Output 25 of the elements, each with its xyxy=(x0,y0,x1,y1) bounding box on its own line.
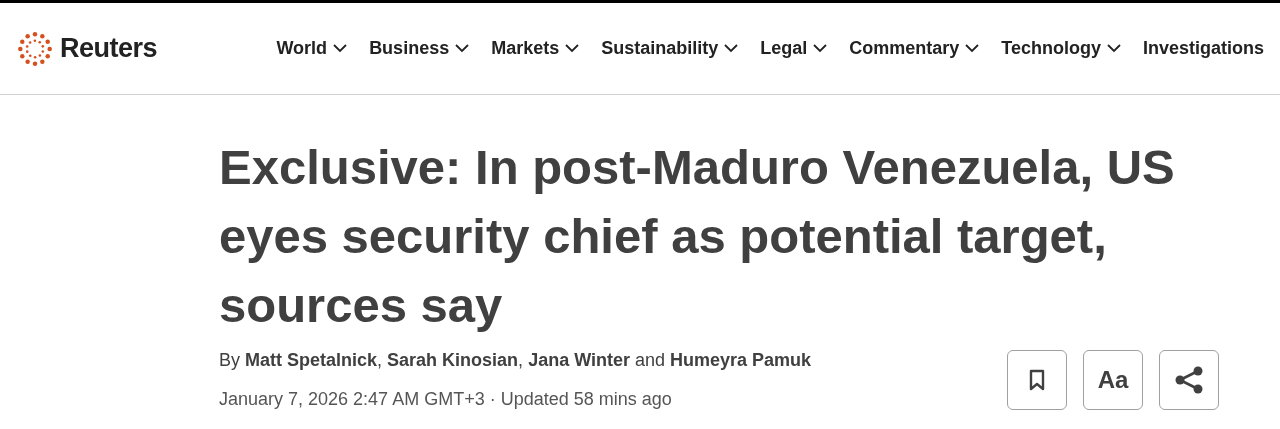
nav-link[interactable]: Legal xyxy=(760,38,828,59)
chevron-down-icon xyxy=(813,44,828,53)
nav-link[interactable]: Investigations xyxy=(1142,38,1264,59)
logo-text[interactable]: Reuters xyxy=(60,33,158,64)
nav-link[interactable]: Business xyxy=(369,38,470,59)
bookmark-button[interactable] xyxy=(1007,350,1067,410)
byline: By Matt Spetalnick, Sarah Kinosian, Jana Winter and Humeyra Pamuk xyxy=(219,350,813,371)
nav-link[interactable]: Markets xyxy=(491,38,580,59)
dateline: January 7, 2026 2:47 AM GMT+3 · Updated 58 mins ago xyxy=(219,389,673,410)
chevron-down-icon xyxy=(565,44,580,53)
nav-link[interactable]: World xyxy=(276,38,348,59)
share-button[interactable] xyxy=(1159,350,1219,410)
chevron-down-icon xyxy=(965,44,980,53)
chevron-down-icon xyxy=(1106,44,1121,53)
chevron-down-icon xyxy=(455,44,470,53)
nav-link[interactable]: Sustainability xyxy=(601,38,739,59)
nav-link[interactable]: Technology xyxy=(1001,38,1121,59)
bookmark-icon xyxy=(1029,369,1045,391)
text-size-button[interactable]: Aa xyxy=(1083,350,1143,410)
chevron-down-icon xyxy=(333,44,348,53)
share-icon xyxy=(1173,365,1205,395)
logo-icon xyxy=(16,29,54,68)
nav-link[interactable]: Commentary xyxy=(849,38,980,59)
chevron-down-icon xyxy=(724,44,739,53)
headline: Exclusive: In post-Maduro Venezuela, US eyes security chief as potential target, sources say xyxy=(219,139,1176,334)
